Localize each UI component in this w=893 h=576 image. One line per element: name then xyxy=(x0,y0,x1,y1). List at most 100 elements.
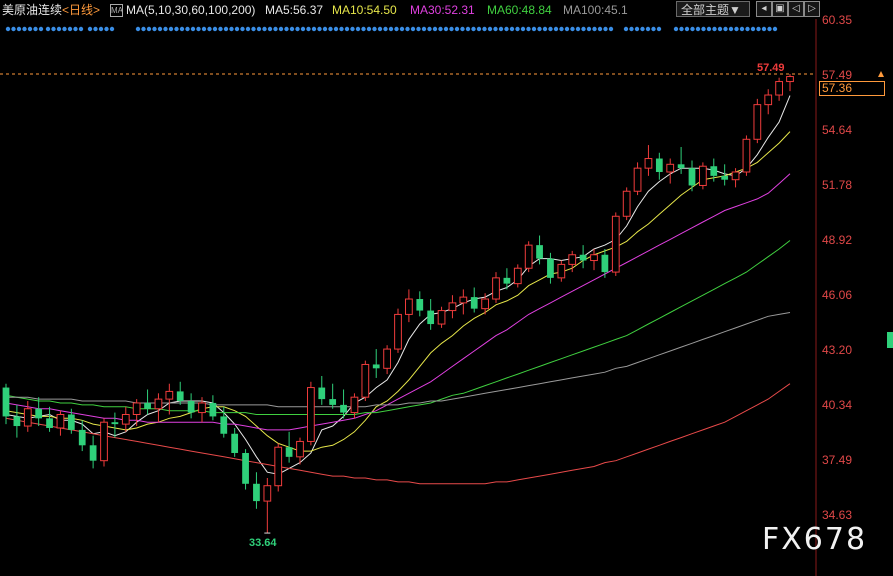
event-dot xyxy=(498,26,504,32)
candle-body-down xyxy=(242,452,249,484)
candle-body-down xyxy=(13,416,21,427)
y-tick-label: 46.06 xyxy=(822,288,853,302)
candle-body-up xyxy=(524,244,533,269)
candle-body-down xyxy=(601,254,609,273)
ma5-value: MA5:56.37 xyxy=(265,3,324,17)
event-dot xyxy=(33,26,38,32)
event-dot xyxy=(629,26,634,32)
event-dot xyxy=(344,26,350,32)
theme-dropdown-button[interactable]: 全部主题▼ xyxy=(676,1,750,17)
candle-body-up xyxy=(296,440,304,458)
event-dot xyxy=(623,26,629,32)
event-dot xyxy=(673,26,679,32)
event-dot xyxy=(284,26,289,32)
event-dot xyxy=(163,26,168,32)
event-dot xyxy=(712,26,717,32)
event-dot xyxy=(460,26,465,32)
candle-body-down xyxy=(78,429,86,446)
candle-body-down xyxy=(579,254,587,261)
event-dot xyxy=(717,26,723,32)
event-dot xyxy=(377,26,383,32)
candle-body-up xyxy=(405,298,413,315)
candle-body-up xyxy=(786,76,794,83)
event-dot xyxy=(767,26,772,32)
event-dot xyxy=(548,26,553,32)
event-dot xyxy=(750,26,756,32)
event-dot xyxy=(515,26,520,32)
period-selector[interactable]: <日线> xyxy=(62,3,100,17)
y-tick-label: 51.78 xyxy=(822,178,853,192)
back-icon[interactable]: ◁ xyxy=(788,1,804,17)
candle-body-down xyxy=(209,402,217,417)
candle-body-down xyxy=(536,245,543,259)
candle-body-up xyxy=(513,267,522,285)
candle-body-down xyxy=(547,258,554,278)
event-dot xyxy=(67,26,73,32)
candlestick-chart[interactable] xyxy=(0,0,893,576)
candle-body-up xyxy=(557,263,566,279)
expand-icon[interactable]: ▣ xyxy=(772,1,788,17)
event-dot xyxy=(706,26,712,32)
event-dot xyxy=(207,26,212,32)
candle-body-up xyxy=(775,81,783,96)
side-tab-indicator xyxy=(887,332,893,348)
event-dot xyxy=(45,26,51,32)
event-dot xyxy=(73,26,78,32)
event-dot xyxy=(509,26,515,32)
ma30-value: MA30:52.31 xyxy=(410,3,475,17)
event-dot xyxy=(339,26,344,32)
ma100-value: MA100:45.1 xyxy=(563,3,628,17)
candle-body-up xyxy=(121,413,130,425)
y-tick-label: 57.49 xyxy=(822,68,853,82)
candle-body-down xyxy=(470,297,478,309)
candle-body-up xyxy=(274,446,283,487)
ma60-value: MA60:48.84 xyxy=(487,3,552,17)
event-dot xyxy=(640,26,645,32)
event-dot xyxy=(421,26,427,32)
event-dot xyxy=(38,26,44,32)
event-dot xyxy=(16,26,22,32)
left-arrow-icon[interactable]: ◂ xyxy=(756,1,772,17)
event-dot xyxy=(553,26,559,32)
candle-body-down xyxy=(231,433,239,453)
event-dot xyxy=(56,26,62,32)
y-tick-label: 60.35 xyxy=(822,13,853,27)
candle-body-up xyxy=(742,138,751,173)
event-dot xyxy=(570,26,575,32)
candle-body-up xyxy=(611,215,620,273)
candle-body-up xyxy=(383,348,391,369)
event-dot xyxy=(5,26,11,32)
event-dot xyxy=(196,26,201,32)
event-dot xyxy=(328,26,333,32)
event-dot xyxy=(300,26,306,32)
high-price-label: 57.49 xyxy=(757,62,785,74)
event-dot xyxy=(634,26,640,32)
candle-body-up xyxy=(622,190,631,217)
event-dot xyxy=(449,26,454,32)
event-dot xyxy=(141,26,146,32)
candle-body-up xyxy=(394,313,402,350)
event-dot xyxy=(493,26,498,32)
event-dot xyxy=(104,26,109,32)
candle-body-up xyxy=(459,296,468,304)
y-tick-label: 34.63 xyxy=(822,508,853,522)
event-dot xyxy=(223,26,229,32)
event-dot xyxy=(333,26,339,32)
event-dot xyxy=(11,26,16,32)
candle-body-down xyxy=(285,447,293,457)
event-dot xyxy=(317,26,322,32)
event-dot xyxy=(399,26,405,32)
event-dot xyxy=(476,26,482,32)
candle-body-down xyxy=(35,408,43,419)
event-dot xyxy=(542,26,548,32)
candle-body-down xyxy=(176,391,184,402)
forward-icon[interactable]: ▷ xyxy=(804,1,820,17)
event-dot xyxy=(756,26,761,32)
event-dot xyxy=(651,26,656,32)
ma-settings-icon[interactable]: MA xyxy=(110,4,123,17)
event-dot xyxy=(416,26,421,32)
candle-body-up xyxy=(644,158,653,169)
event-dot xyxy=(531,26,537,32)
event-dot xyxy=(734,26,739,32)
event-dot xyxy=(135,26,141,32)
